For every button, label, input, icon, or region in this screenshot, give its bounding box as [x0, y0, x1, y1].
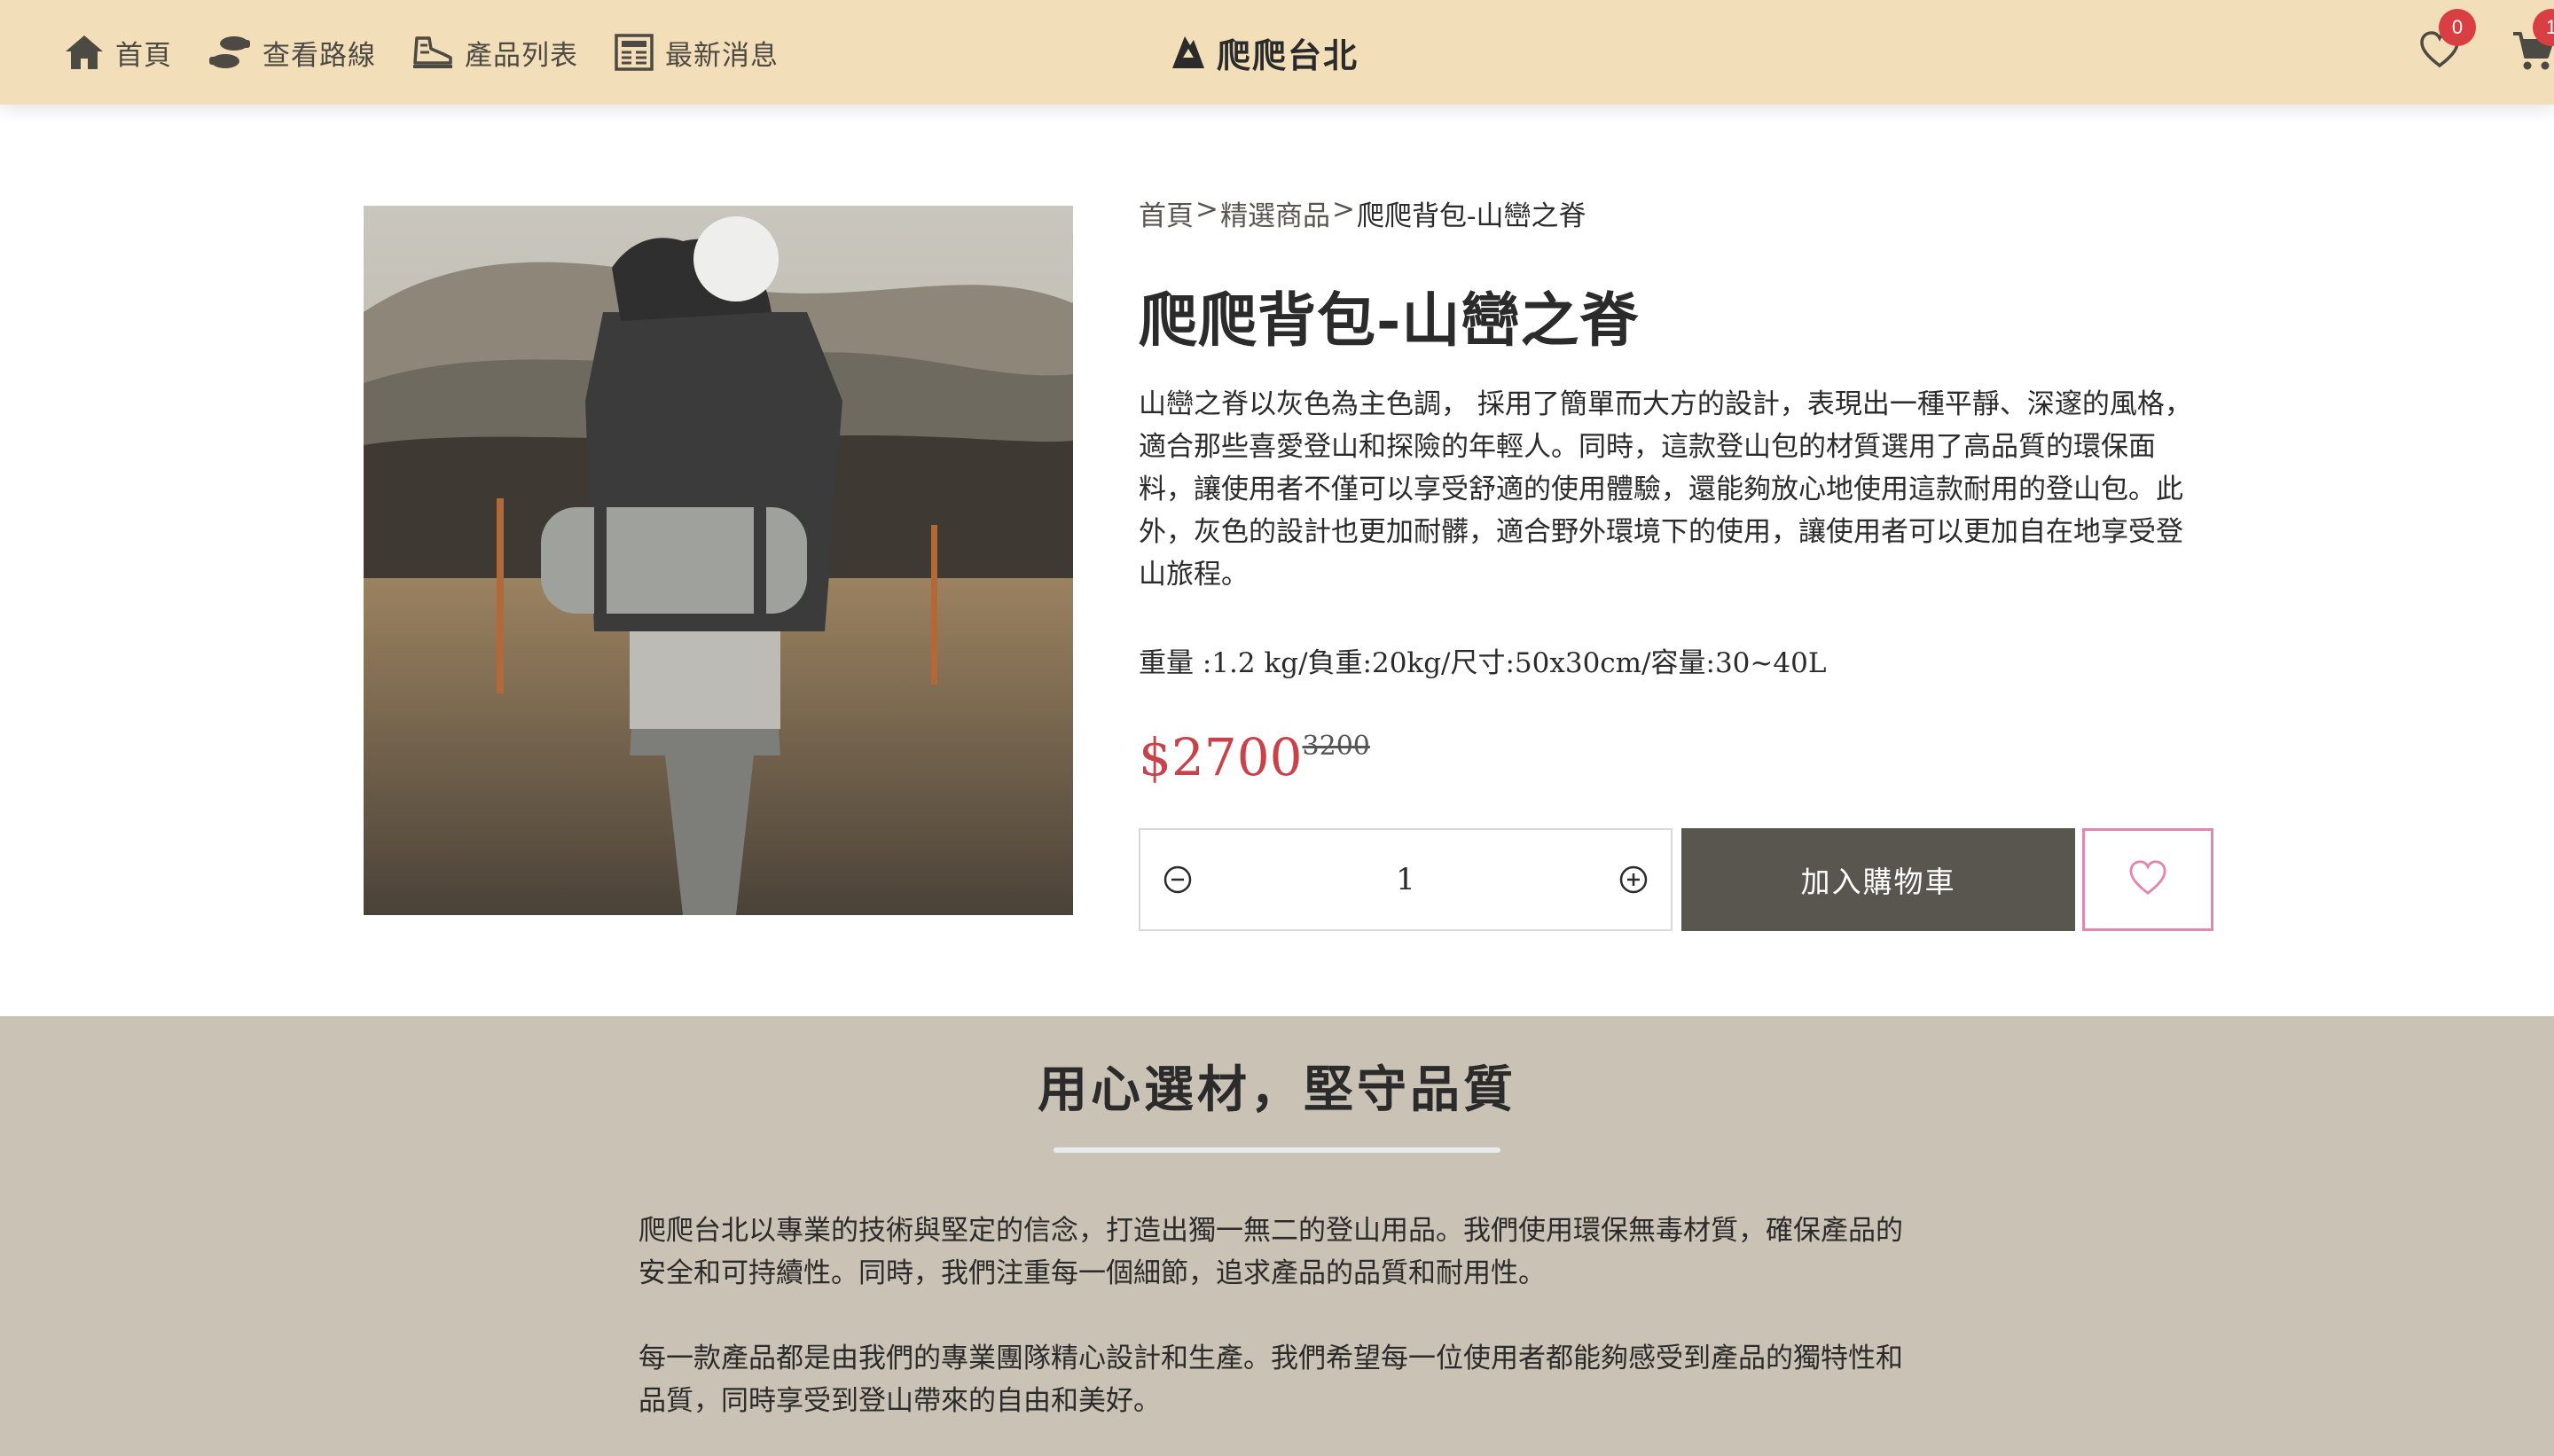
- current-price: $2700: [1139, 727, 1303, 787]
- heart-icon: [2419, 31, 2460, 73]
- minus-circle-icon: [1162, 865, 1194, 899]
- nav-routes-label: 查看路線: [262, 39, 376, 72]
- footsteps-icon: [208, 35, 252, 70]
- brand-logo[interactable]: 爬爬台北: [1169, 0, 1359, 105]
- breadcrumb-featured[interactable]: 精選商品: [1220, 193, 1330, 233]
- main-nav: 首頁 查看路線 產品列表 最新消息: [64, 0, 779, 105]
- breadcrumb-home[interactable]: 首頁: [1139, 193, 1194, 233]
- product-specs: 重量 :1.2 kg/負重:20kg/尺寸:50x30cm/容量:30~40L: [1139, 647, 1827, 679]
- nav-products[interactable]: 產品列表: [411, 33, 578, 73]
- quality-title: 用心選材，堅守品質: [1038, 1061, 1516, 1119]
- shoe-icon: [411, 35, 454, 70]
- quality-section: 用心選材，堅守品質 爬爬台北以專業的技術與堅定的信念，打造出獨一無二的登山用品。…: [0, 1016, 2554, 1456]
- cart-icon: [2511, 32, 2554, 76]
- quantity-stepper: 1: [1139, 828, 1673, 931]
- nav-news-label: 最新消息: [665, 39, 779, 72]
- breadcrumb-separator: >: [1195, 193, 1218, 225]
- mountain-logo-icon: [1169, 31, 1208, 74]
- breadcrumb: 首頁 > 精選商品 > 爬爬背包-山巒之脊: [1139, 193, 1586, 233]
- increase-quantity-button[interactable]: [1618, 864, 1649, 899]
- add-to-wishlist-button[interactable]: [2082, 828, 2213, 931]
- quantity-value[interactable]: 1: [1140, 862, 1671, 897]
- quality-paragraph: 每一款產品都是由我們的專業團隊精心設計和生產。我們希望每一位使用者都能夠感受到產…: [638, 1342, 1903, 1417]
- product-title: 爬爬背包-山巒之脊: [1139, 286, 1640, 355]
- top-navbar: 首頁 查看路線 產品列表 最新消息 爬爬台北 0 1: [0, 0, 2554, 105]
- cart-button[interactable]: 1: [2511, 9, 2554, 76]
- home-icon: [64, 34, 105, 71]
- wishlist-button[interactable]: 0: [2419, 9, 2476, 73]
- nav-news[interactable]: 最新消息: [614, 33, 779, 73]
- plus-circle-icon: [1618, 865, 1649, 899]
- brand-name: 爬爬台北: [1217, 35, 1359, 75]
- newspaper-icon: [614, 33, 654, 72]
- nav-home[interactable]: 首頁: [64, 33, 172, 73]
- section-divider: [1054, 1147, 1500, 1153]
- heart-outline-icon: [2128, 859, 2167, 900]
- price-row: $2700 3200: [1139, 727, 1370, 787]
- nav-home-label: 首頁: [115, 39, 172, 72]
- add-to-cart-button[interactable]: 加入購物車: [1681, 828, 2075, 931]
- product-description: 山巒之脊以灰色為主色調， 採用了簡單而大方的設計，表現出一種平靜、深邃的風格，適…: [1139, 388, 2192, 591]
- decrease-quantity-button[interactable]: [1162, 864, 1194, 899]
- product-image: [364, 206, 1073, 915]
- quality-paragraph: 爬爬台北以專業的技術與堅定的信念，打造出獨一無二的登山用品。我們使用環保無毒材質…: [638, 1215, 1903, 1289]
- breadcrumb-separator: >: [1331, 193, 1355, 225]
- nav-products-label: 產品列表: [465, 39, 578, 72]
- wishlist-count-badge: 0: [2439, 9, 2476, 46]
- breadcrumb-current: 爬爬背包-山巒之脊: [1356, 200, 1586, 232]
- nav-routes[interactable]: 查看路線: [208, 33, 376, 73]
- original-price: 3200: [1302, 731, 1370, 762]
